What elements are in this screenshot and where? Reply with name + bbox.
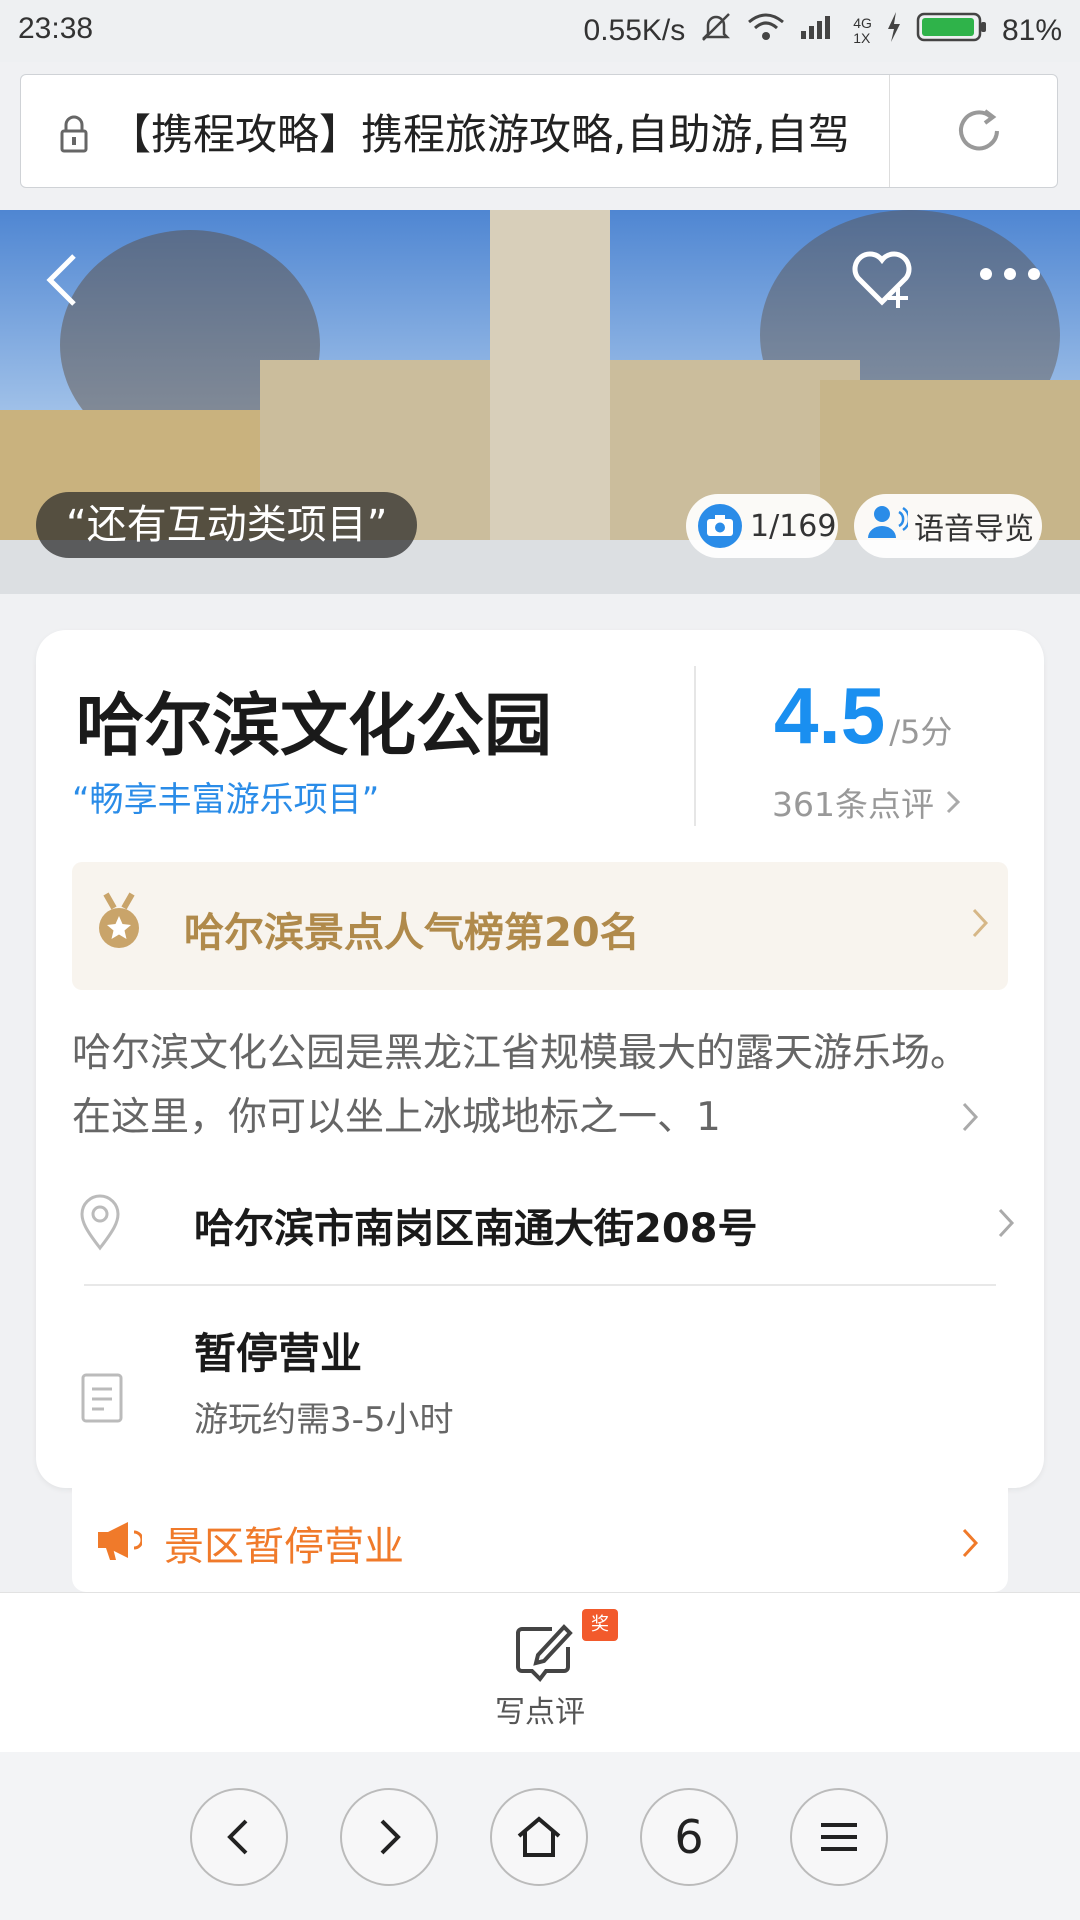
chevron-right-icon — [960, 1526, 980, 1564]
chevron-right-icon[interactable] — [960, 1100, 980, 1138]
nav-menu-button[interactable] — [790, 1788, 888, 1886]
document-icon — [80, 1372, 124, 1428]
visit-duration: 游玩约需3-5小时 — [194, 1400, 454, 1440]
attraction-slogan: “畅享丰富游乐项目” — [72, 780, 380, 820]
voice-guide-button[interactable]: 语音导览 — [854, 494, 1042, 558]
reviews-link[interactable]: 361条点评 — [772, 778, 962, 826]
rating-unit: /5分 — [889, 713, 953, 751]
menu-icon — [821, 1823, 857, 1851]
camera-icon — [698, 504, 742, 548]
bottom-action-bar: 奖 写点评 — [0, 1592, 1080, 1753]
network-type: 4G 1X — [853, 15, 872, 46]
home-icon — [517, 1816, 561, 1857]
write-review-label[interactable]: 写点评 — [0, 1687, 1080, 1731]
favorite-heart-icon[interactable] — [848, 244, 916, 316]
nav-home-button[interactable] — [490, 1788, 588, 1886]
url-divider — [889, 75, 890, 187]
status-bar: 23:38 0.55K/s 4G 1X 81% — [0, 0, 1080, 62]
write-review-icon — [516, 1624, 573, 1683]
more-dots-icon[interactable] — [980, 268, 1040, 280]
charging-icon — [886, 12, 902, 50]
url-bar[interactable]: 【携程攻略】携程旅游攻略,自助游,自驾 — [20, 74, 1058, 188]
battery-icon — [916, 11, 988, 51]
tabs-count: 6 — [674, 1810, 704, 1864]
arrow-right-icon — [380, 1819, 401, 1855]
reward-badge: 奖 — [582, 1609, 618, 1641]
photo-counter-button[interactable]: 1/169 — [686, 494, 838, 558]
back-arrow-icon[interactable] — [40, 250, 84, 314]
header-divider — [694, 666, 696, 826]
signal-icon — [799, 13, 839, 49]
location-pin-icon — [76, 1192, 124, 1256]
net-speed: 0.55K/s — [583, 14, 686, 47]
url-text[interactable]: 【携程攻略】携程旅游攻略,自助游,自驾 — [109, 101, 889, 162]
chevron-right-icon — [996, 1206, 1016, 1244]
hero-quote: “还有互动类项目” — [36, 492, 418, 558]
opening-status: 暂停营业 — [194, 1329, 363, 1378]
battery-percent: 81% — [1001, 14, 1062, 47]
reviews-count: 361条点评 — [772, 785, 934, 824]
hero-photo[interactable]: “还有互动类项目” 1/169 语音导览 — [0, 210, 1080, 594]
status-time: 23:38 — [18, 12, 94, 45]
attraction-card: 哈尔滨文化公园 “畅享丰富游乐项目” 4.5 /5分 361条点评 哈尔滨景点人… — [36, 630, 1044, 1488]
closure-notice[interactable]: 景区暂停营业 — [72, 1488, 1008, 1592]
arrow-left-icon — [227, 1819, 248, 1855]
voice-guide-label: 语音导览 — [914, 512, 1034, 547]
medal-icon — [94, 892, 144, 956]
popularity-rank-banner[interactable]: 哈尔滨景点人气榜第20名 — [72, 862, 1008, 990]
megaphone-icon — [94, 1518, 144, 1566]
rating-score: 4.5 /5分 — [774, 670, 952, 762]
chevron-right-icon — [970, 906, 990, 944]
row-divider — [84, 1284, 996, 1286]
rank-text: 哈尔滨景点人气榜第20名 — [184, 910, 640, 956]
nav-tabs-button[interactable]: 6 — [640, 1788, 738, 1886]
reload-icon[interactable] — [951, 103, 1007, 163]
status-icons: 0.55K/s 4G 1X 81% — [584, 10, 1062, 52]
browser-nav-bar: 6 — [0, 1752, 1080, 1920]
chevron-right-icon — [946, 790, 961, 814]
mute-icon — [699, 10, 733, 52]
address-text: 哈尔滨市南岗区南通大街208号 — [194, 1206, 758, 1252]
photo-count: 1/169 — [750, 508, 837, 544]
hero-tower — [490, 210, 610, 550]
attraction-title: 哈尔滨文化公园 — [76, 687, 553, 766]
address-row[interactable]: 哈尔滨市南岗区南通大街208号 — [76, 1178, 1016, 1270]
nav-back-button[interactable] — [190, 1788, 288, 1886]
wifi-icon — [747, 12, 785, 50]
lock-icon — [59, 115, 89, 157]
attraction-description[interactable]: 哈尔滨文化公园是黑龙江省规模最大的露天游乐场。在这里，你可以坐上冰城地标之一、1 — [72, 1022, 982, 1150]
voice-guide-icon — [868, 504, 911, 548]
rating-value: 4.5 — [774, 671, 886, 760]
notice-text: 景区暂停营业 — [164, 1524, 404, 1570]
opening-status-row: 暂停营业 游玩约需3-5小时 — [76, 1320, 1016, 1450]
nav-forward-button[interactable] — [340, 1788, 438, 1886]
